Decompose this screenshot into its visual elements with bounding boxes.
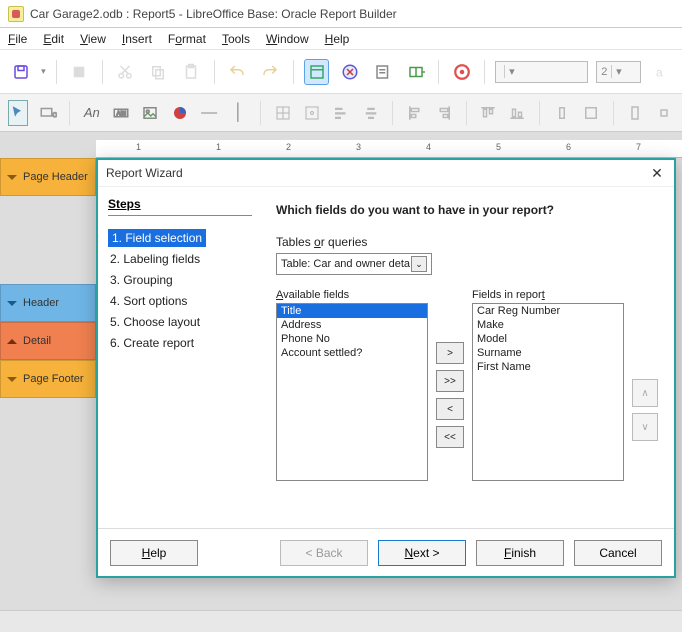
menu-edit[interactable]: Edit <box>43 32 64 46</box>
grid-button[interactable] <box>273 100 292 126</box>
move-down-button[interactable]: ∨ <box>632 413 658 441</box>
resize-tall[interactable] <box>625 100 644 126</box>
toolbar-main: ▾ ▾ 2▾ a <box>0 50 682 94</box>
band-page-footer[interactable]: Page Footer <box>0 360 96 398</box>
align-center-button[interactable] <box>361 100 380 126</box>
move-up-button[interactable]: ∧ <box>632 379 658 407</box>
align-left-button[interactable] <box>332 100 351 126</box>
vline-tool[interactable]: │ <box>229 100 248 126</box>
app-icon <box>8 6 24 22</box>
image-tool[interactable] <box>141 100 160 126</box>
report-item[interactable]: First Name <box>473 360 623 374</box>
status-bar <box>0 610 682 632</box>
resize-short[interactable] <box>655 100 674 126</box>
select-tool[interactable] <box>8 100 28 126</box>
window-title: Car Garage2.odb : Report5 - LibreOffice … <box>30 7 397 21</box>
step-create[interactable]: 6. Create report <box>108 333 252 353</box>
add-field-button[interactable] <box>370 59 395 85</box>
dialog-close-button[interactable]: ✕ <box>648 164 666 182</box>
wizard-question: Which fields do you want to have in your… <box>276 203 660 217</box>
menu-window[interactable]: Window <box>266 32 309 46</box>
available-label: Available fields <box>276 289 428 301</box>
resize-narrow[interactable] <box>552 100 571 126</box>
copy-button[interactable] <box>146 59 171 85</box>
tables-dropdown[interactable]: Table: Car and owner deta⌄ <box>276 253 432 275</box>
report-item[interactable]: Make <box>473 318 623 332</box>
ruler: 1 1 2 3 4 5 6 7 <box>96 140 682 158</box>
band-column: Page Header Header Detail Page Footer <box>0 132 96 632</box>
cancel-button[interactable]: Cancel <box>574 540 662 566</box>
chart-tool[interactable] <box>170 100 189 126</box>
finish-button[interactable]: Finish <box>476 540 564 566</box>
step-sort[interactable]: 4. Sort options <box>108 291 252 311</box>
add-all-button[interactable]: >> <box>436 370 464 392</box>
available-item[interactable]: Title <box>277 304 427 318</box>
wizard-steps: Steps 1. Field selection 2. Labeling fie… <box>98 187 262 528</box>
svg-text:OK: OK <box>52 112 57 118</box>
align-obj-right[interactable] <box>434 100 453 126</box>
menu-file[interactable]: File <box>8 32 27 46</box>
steps-heading: Steps <box>108 197 252 211</box>
menubar: File Edit View Insert Format Tools Windo… <box>0 28 682 50</box>
tables-label: Tables or queries <box>276 235 660 249</box>
report-item[interactable]: Car Reg Number <box>473 304 623 318</box>
step-field-selection[interactable]: 1. Field selection <box>108 229 206 247</box>
help-button[interactable] <box>449 59 474 85</box>
available-fields-list[interactable]: Title Address Phone No Account settled? <box>276 303 428 481</box>
font-increase-button[interactable]: a <box>649 59 674 85</box>
titlebar: Car Garage2.odb : Report5 - LibreOffice … <box>0 0 682 28</box>
text-box-tool[interactable]: ABI <box>111 100 130 126</box>
band-header[interactable]: Header <box>0 284 96 322</box>
next-button[interactable]: Next > <box>378 540 466 566</box>
in-report-list[interactable]: Car Reg Number Make Model Surname First … <box>472 303 624 481</box>
available-item[interactable]: Address <box>277 318 427 332</box>
in-report-label: Fields in report <box>472 289 624 301</box>
remove-all-button[interactable]: << <box>436 426 464 448</box>
navigator-button[interactable] <box>403 59 428 85</box>
menu-view[interactable]: View <box>80 32 106 46</box>
svg-text:a: a <box>656 65 663 79</box>
report-item[interactable]: Surname <box>473 346 623 360</box>
hline-tool[interactable]: — <box>199 100 218 126</box>
control-properties-button[interactable]: OK <box>38 100 57 126</box>
menu-tools[interactable]: Tools <box>222 32 250 46</box>
undo-button[interactable] <box>225 59 250 85</box>
band-detail[interactable]: Detail <box>0 322 96 360</box>
step-labeling[interactable]: 2. Labeling fields <box>108 249 252 269</box>
report-item[interactable]: Model <box>473 332 623 346</box>
svg-text:ABI: ABI <box>117 111 127 117</box>
cut-button[interactable] <box>113 59 138 85</box>
font-name-combo[interactable]: ▾ <box>495 61 588 83</box>
sorting-button[interactable] <box>337 59 362 85</box>
available-item[interactable]: Account settled? <box>277 346 427 360</box>
remove-field-button[interactable]: < <box>436 398 464 420</box>
font-size-combo[interactable]: 2▾ <box>596 61 641 83</box>
edit-mode-button[interactable] <box>67 59 92 85</box>
align-obj-left[interactable] <box>405 100 424 126</box>
band-page-header[interactable]: Page Header <box>0 158 96 196</box>
available-item[interactable]: Phone No <box>277 332 427 346</box>
menu-help[interactable]: Help <box>325 32 350 46</box>
report-wizard-dialog: Report Wizard ✕ Steps 1. Field selection… <box>96 158 676 578</box>
label-tool[interactable]: An <box>82 100 101 126</box>
dialog-title: Report Wizard <box>106 166 183 180</box>
align-obj-bottom[interactable] <box>508 100 527 126</box>
menu-insert[interactable]: Insert <box>122 32 152 46</box>
report-header-button[interactable] <box>304 59 329 85</box>
resize-wide[interactable] <box>581 100 600 126</box>
step-layout[interactable]: 5. Choose layout <box>108 312 252 332</box>
paste-button[interactable] <box>179 59 204 85</box>
save-button[interactable] <box>8 59 33 85</box>
help-button[interactable]: Help <box>110 540 198 566</box>
menu-format[interactable]: Format <box>168 32 206 46</box>
toolbar-secondary: OK An ABI — │ <box>0 94 682 132</box>
add-field-button[interactable]: > <box>436 342 464 364</box>
redo-button[interactable] <box>258 59 283 85</box>
dialog-footer: Help < Back Next > Finish Cancel <box>98 528 674 576</box>
snap-button[interactable] <box>302 100 321 126</box>
align-obj-top[interactable] <box>478 100 497 126</box>
back-button[interactable]: < Back <box>280 540 368 566</box>
step-grouping[interactable]: 3. Grouping <box>108 270 252 290</box>
